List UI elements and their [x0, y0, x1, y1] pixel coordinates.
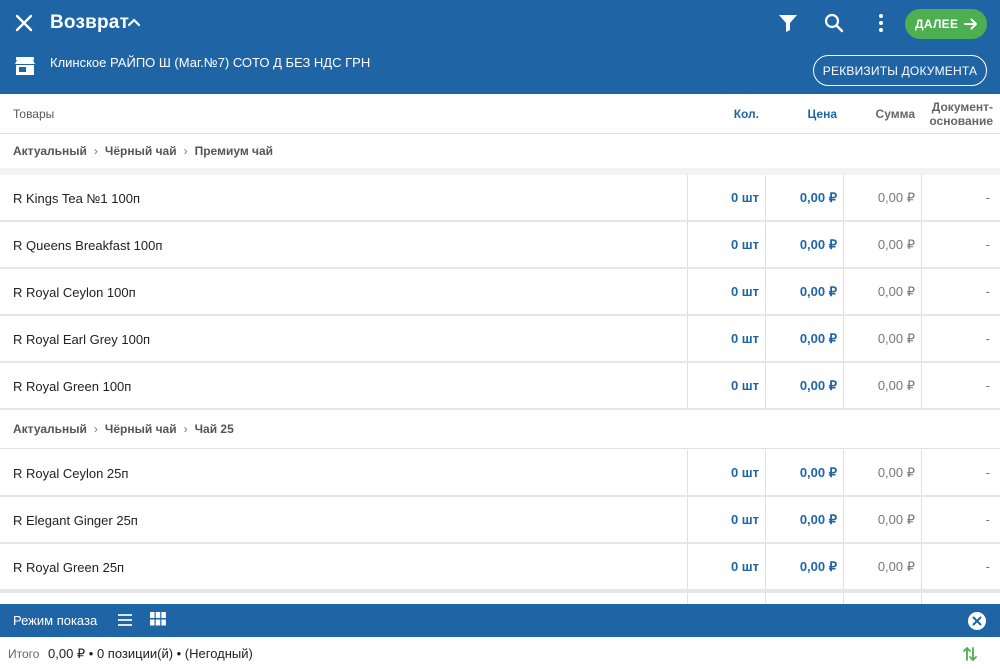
sum-cell: 0,00 ₽ [843, 222, 921, 267]
price-cell[interactable]: 0,00 ₽ [765, 269, 843, 314]
breadcrumb-item[interactable]: Чёрный чай [105, 422, 177, 436]
table-row[interactable]: R Elegant Ginger 25п 0 шт 0,00 ₽ 0,00 ₽ … [0, 497, 1000, 544]
view-mode-label: Режим показа [13, 613, 98, 628]
price-cell[interactable]: 0,00 ₽ [765, 544, 843, 589]
breadcrumb-item[interactable]: Чёрный чай [105, 144, 177, 158]
table-row[interactable]: R Queens Breakfast 100п 0 шт 0,00 ₽ 0,00… [0, 222, 1000, 269]
qty-cell[interactable]: 0 шт [687, 269, 765, 314]
view-mode-bar: Режим показа [0, 604, 1000, 637]
breadcrumb-separator: › [93, 422, 98, 436]
arrow-right-icon [964, 18, 977, 30]
page-title: Возврат [50, 12, 130, 33]
table-view-icon[interactable] [150, 612, 166, 626]
more-vert-icon[interactable] [869, 11, 893, 35]
column-sum: Сумма [875, 107, 915, 121]
table-row[interactable]: R Royal Green 100п 0 шт 0,00 ₽ 0,00 ₽ - [0, 363, 1000, 410]
column-price[interactable]: Цена [807, 107, 837, 121]
qty-cell[interactable] [687, 593, 765, 604]
table-row[interactable]: R Royal Ceylon 25п 0 шт 0,00 ₽ 0,00 ₽ - [0, 450, 1000, 497]
table-row[interactable]: R Royal Ceylon 100п 0 шт 0,00 ₽ 0,00 ₽ - [0, 269, 1000, 316]
breadcrumb-separator: › [183, 144, 188, 158]
price-cell[interactable]: 0,00 ₽ [765, 363, 843, 408]
breadcrumb-separator: › [93, 144, 98, 158]
breadcrumb-item[interactable]: Премиум чай [195, 144, 273, 158]
base-document-cell[interactable]: - [921, 269, 1000, 314]
sum-cell: 0,00 ₽ [843, 175, 921, 220]
column-base-document: Документ-основание [929, 100, 993, 128]
qty-cell[interactable]: 0 шт [687, 222, 765, 267]
totals-footer: Итого 0,00 ₽ • 0 позиции(й) • (Негодный) [0, 637, 1000, 669]
table-row[interactable]: R Royal Green 25п 0 шт 0,00 ₽ 0,00 ₽ - [0, 544, 1000, 591]
base-document-cell[interactable]: - [921, 497, 1000, 542]
qty-cell[interactable]: 0 шт [687, 316, 765, 361]
close-icon[interactable] [12, 11, 36, 35]
column-base-document-label: Документ-основание [929, 100, 993, 128]
category-breadcrumb: Актуальный › Чёрный чай › Премиум чай [0, 134, 1000, 168]
price-cell[interactable]: 0,00 ₽ [765, 316, 843, 361]
close-circle-icon[interactable] [967, 611, 987, 631]
product-name: R Royal Green 100п [13, 379, 132, 394]
total-summary: 0,00 ₽ • 0 позиции(й) • (Негодный) [48, 646, 253, 661]
section-divider [0, 168, 1000, 175]
product-name: R Royal Ceylon 25п [13, 466, 129, 481]
table-row[interactable] [0, 591, 1000, 604]
qty-cell[interactable]: 0 шт [687, 544, 765, 589]
search-icon[interactable] [822, 11, 846, 35]
sum-cell: 0,00 ₽ [843, 544, 921, 589]
sum-cell: 0,00 ₽ [843, 363, 921, 408]
list-view-icon[interactable] [117, 613, 133, 627]
base-document-cell[interactable]: - [921, 544, 1000, 589]
breadcrumb-item[interactable]: Чай 25 [195, 422, 234, 436]
breadcrumb-item[interactable]: Актуальный [13, 422, 87, 436]
sum-cell [843, 593, 921, 604]
product-name: R Kings Tea №1 100п [13, 191, 140, 206]
shop-name: Клинское РАЙПО Ш (Маг.№7) СОТО Д БЕЗ НДС… [50, 55, 371, 70]
base-document-cell[interactable]: - [921, 175, 1000, 220]
base-document-cell[interactable] [921, 593, 1000, 604]
product-name: R Royal Ceylon 100п [13, 285, 136, 300]
table-row[interactable]: R Kings Tea №1 100п 0 шт 0,00 ₽ 0,00 ₽ - [0, 175, 1000, 222]
product-name: R Queens Breakfast 100п [13, 238, 163, 253]
qty-cell[interactable]: 0 шт [687, 175, 765, 220]
price-cell[interactable]: 0,00 ₽ [765, 222, 843, 267]
sort-icon[interactable] [962, 645, 978, 663]
price-cell[interactable]: 0,00 ₽ [765, 497, 843, 542]
price-cell[interactable]: 0,00 ₽ [765, 175, 843, 220]
qty-cell[interactable]: 0 шт [687, 497, 765, 542]
table-row[interactable]: R Royal Earl Grey 100п 0 шт 0,00 ₽ 0,00 … [0, 316, 1000, 363]
app-bar: Возврат ДАЛЕЕ Клинское РАЙПО Ш (Маг.№7) … [0, 0, 1000, 94]
next-button[interactable]: ДАЛЕЕ [905, 9, 987, 39]
column-qty[interactable]: Кол. [734, 107, 759, 121]
store-icon [14, 56, 36, 76]
price-cell[interactable] [765, 593, 843, 604]
sum-cell: 0,00 ₽ [843, 269, 921, 314]
base-document-cell[interactable]: - [921, 316, 1000, 361]
total-label: Итого [8, 647, 40, 661]
category-breadcrumb: Актуальный › Чёрный чай › Чай 25 [0, 410, 1000, 449]
price-cell[interactable]: 0,00 ₽ [765, 450, 843, 495]
product-name: R Elegant Ginger 25п [13, 513, 138, 528]
qty-cell[interactable]: 0 шт [687, 450, 765, 495]
document-details-button[interactable]: РЕКВИЗИТЫ ДОКУМЕНТА [813, 55, 987, 86]
filter-icon[interactable] [776, 11, 800, 35]
column-goods: Товары [13, 107, 55, 121]
product-name: R Royal Earl Grey 100п [13, 332, 151, 347]
sum-cell: 0,00 ₽ [843, 316, 921, 361]
breadcrumb-separator: › [183, 422, 188, 436]
base-document-cell[interactable]: - [921, 222, 1000, 267]
qty-cell[interactable]: 0 шт [687, 363, 765, 408]
next-button-label: ДАЛЕЕ [915, 17, 959, 31]
base-document-cell[interactable]: - [921, 363, 1000, 408]
chevron-up-icon[interactable] [126, 14, 142, 30]
sum-cell: 0,00 ₽ [843, 497, 921, 542]
table-header: Товары Кол. Цена Сумма Документ-основани… [0, 94, 1000, 134]
breadcrumb-item[interactable]: Актуальный [13, 144, 87, 158]
base-document-cell[interactable]: - [921, 450, 1000, 495]
sum-cell: 0,00 ₽ [843, 450, 921, 495]
product-name: R Royal Green 25п [13, 560, 125, 575]
